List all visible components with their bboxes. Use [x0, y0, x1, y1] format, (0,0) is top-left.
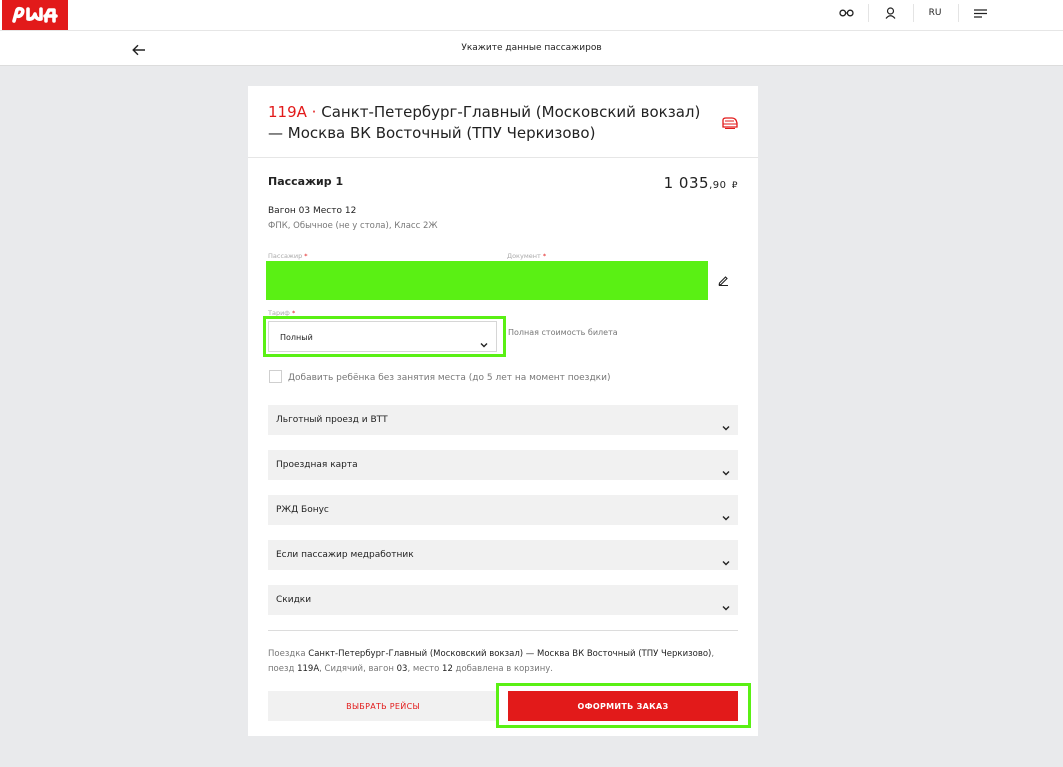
page-title: Укажите данные пассажиров	[461, 43, 602, 53]
route-separator: ·	[306, 103, 322, 121]
rzd-logo[interactable]	[2, 0, 68, 30]
chevron-down-icon	[722, 461, 730, 480]
pencil-icon[interactable]	[718, 271, 729, 290]
route-text: Санкт-Петербург-Главный (Московский вокз…	[268, 103, 701, 142]
accordion-label: Если пассажир медработник	[276, 550, 414, 560]
price-main: 1 035	[663, 174, 710, 192]
accordion-label: Проездная карта	[276, 460, 358, 470]
divider	[268, 630, 738, 631]
chevron-down-icon	[480, 333, 488, 352]
passenger-document-selector[interactable]	[266, 261, 708, 300]
language-switch[interactable]: RU	[924, 0, 946, 26]
top-separator	[868, 4, 869, 22]
top-bar: RU	[0, 0, 1063, 30]
accordion-travel-card[interactable]: Проездная карта	[268, 450, 738, 480]
accordion-rzd-bonus[interactable]: РЖД Бонус	[268, 495, 738, 525]
accordion-label: Скидки	[276, 595, 312, 605]
currency-sign: ₽	[731, 181, 738, 191]
car-seat-info: Вагон 03 Место 12	[268, 206, 357, 216]
add-child-checkbox[interactable]	[269, 370, 282, 383]
accordion-label: Льготный проезд и ВТТ	[276, 415, 388, 425]
menu-icon[interactable]	[972, 0, 988, 26]
glasses-icon[interactable]	[837, 0, 855, 26]
language-label: RU	[928, 8, 942, 18]
chevron-down-icon	[722, 416, 730, 435]
passenger-title: Пассажир 1	[268, 175, 344, 188]
cart-summary: Поездка Санкт-Петербург-Главный (Московс…	[268, 649, 715, 674]
top-separator	[958, 4, 959, 22]
chevron-down-icon	[722, 506, 730, 525]
passenger-field-label: Пассажир *	[268, 252, 308, 260]
document-field-label: Документ *	[507, 252, 547, 260]
accordion-benefits[interactable]: Льготный проезд и ВТТ	[268, 405, 738, 435]
trip-route-heading: 119А · Санкт-Петербург-Главный (Московск…	[268, 102, 708, 144]
user-icon[interactable]	[882, 0, 898, 26]
train-icon	[722, 114, 738, 133]
choose-trips-button[interactable]: ВЫБРАТЬ РЕЙСЫ	[268, 691, 498, 721]
divider	[248, 157, 758, 158]
ticket-price: 1 035,90 ₽	[664, 174, 738, 192]
passenger-form-card: 119А · Санкт-Петербург-Главный (Московск…	[248, 86, 758, 736]
price-cents: ,90	[709, 180, 727, 191]
top-separator	[913, 4, 914, 22]
chevron-down-icon	[722, 596, 730, 615]
accordion-medical-worker[interactable]: Если пассажир медработник	[268, 540, 738, 570]
page-header: Укажите данные пассажиров	[0, 30, 1063, 66]
accordion-label: РЖД Бонус	[276, 505, 329, 515]
tariff-value: Полный	[280, 333, 313, 342]
tariff-select[interactable]: Полный	[268, 321, 497, 352]
class-info: ФПК, Обычное (не у стола), Класс 2Ж	[268, 221, 438, 231]
tariff-note: Полная стоимость билета	[508, 328, 618, 337]
add-child-label[interactable]: Добавить ребёнка без занятия места (до 5…	[288, 373, 610, 383]
train-number: 119А	[268, 103, 307, 121]
place-order-button[interactable]: ОФОРМИТЬ ЗАКАЗ	[508, 691, 738, 721]
accordion-discounts[interactable]: Скидки	[268, 585, 738, 615]
chevron-down-icon	[722, 551, 730, 570]
